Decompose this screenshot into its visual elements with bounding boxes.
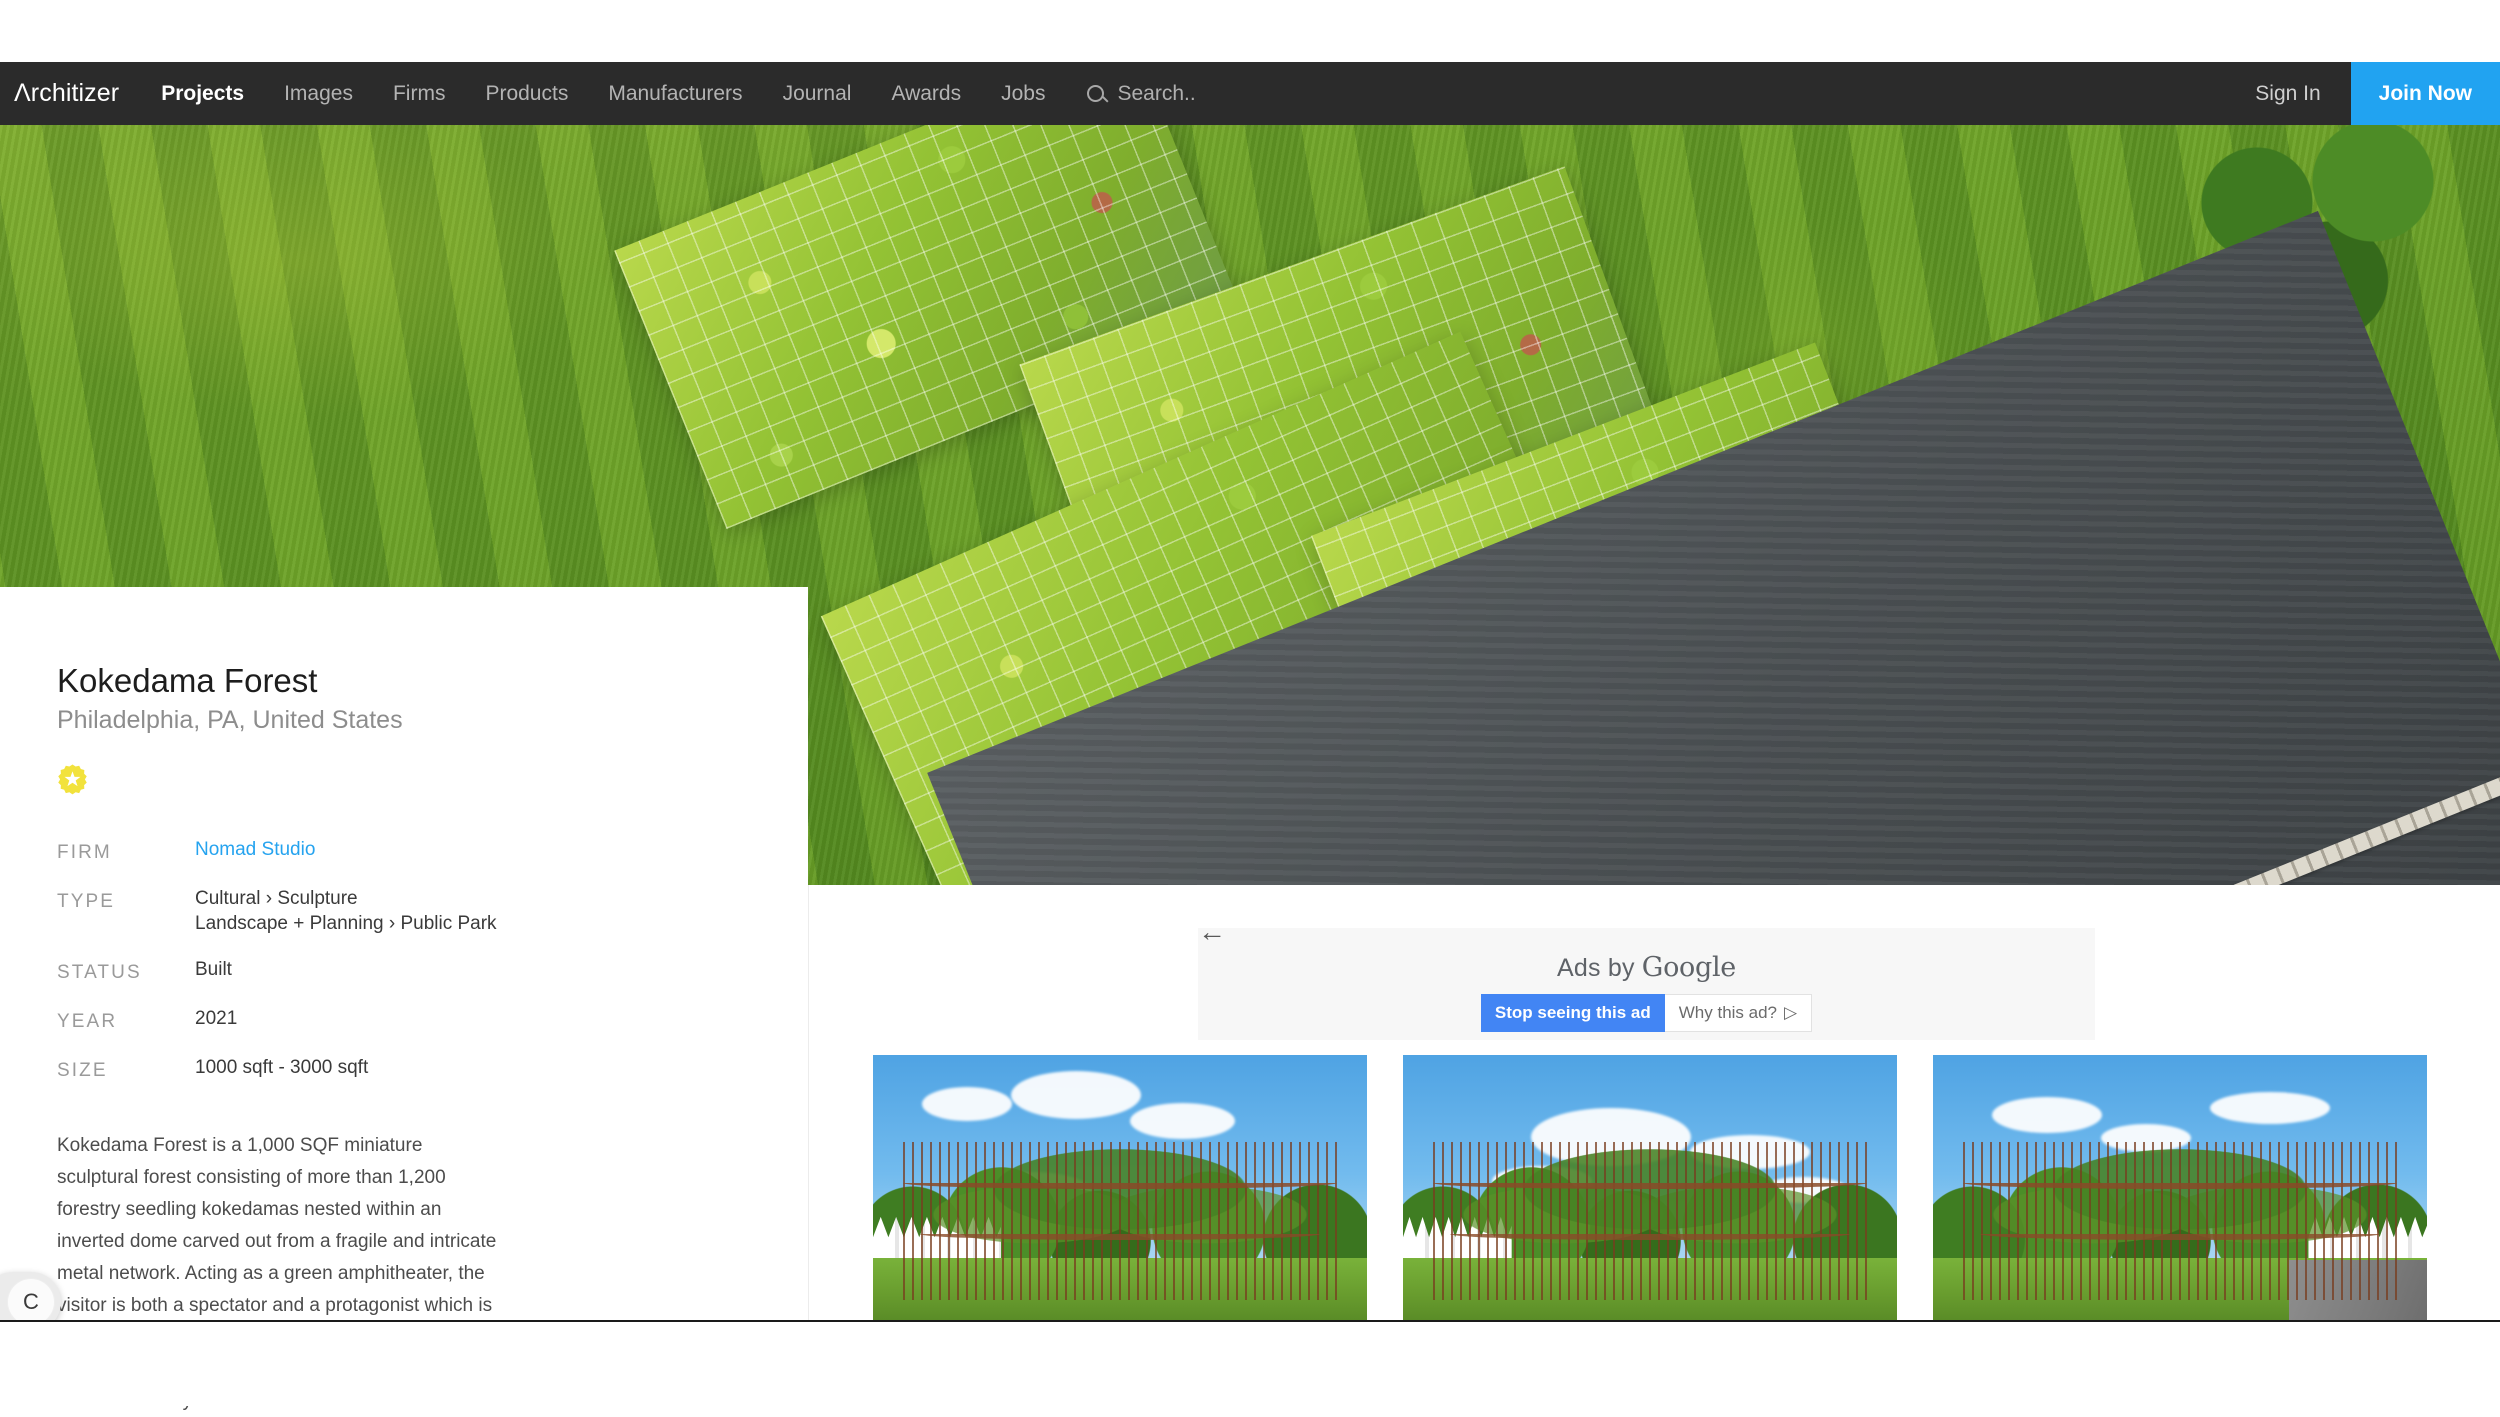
gallery-thumbnail-1[interactable] bbox=[873, 1055, 1367, 1320]
nav-right-actions: Sign In Join Now bbox=[2225, 62, 2500, 125]
meta-value-status: Built bbox=[195, 958, 232, 980]
nav-link-images[interactable]: Images bbox=[264, 82, 373, 106]
ad-back-arrow-icon[interactable]: ← bbox=[1198, 918, 1226, 946]
cloud-shape bbox=[1129, 1102, 1235, 1139]
why-this-ad-icon: ▷ bbox=[1784, 1003, 1798, 1022]
meta-label-status: STATUS bbox=[57, 961, 142, 983]
gallery-thumbnail-2[interactable] bbox=[1403, 1055, 1897, 1320]
thumb-kokedama-structure bbox=[1962, 1142, 2398, 1300]
why-this-ad-button[interactable]: Why this ad? ▷ bbox=[1664, 994, 1813, 1033]
project-meta-table: FIRM Nomad Studio TYPE Cultural › Sculpt… bbox=[57, 837, 751, 1104]
meta-value-type: Cultural › Sculpture Landscape + Plannin… bbox=[195, 886, 751, 957]
sign-in-link[interactable]: Sign In bbox=[2225, 62, 2350, 125]
stop-seeing-this-ad-button[interactable]: Stop seeing this ad bbox=[1480, 994, 1665, 1033]
page-bottom-whitespace bbox=[0, 1320, 2500, 1406]
meta-value-type-line1: Cultural › Sculpture bbox=[195, 887, 358, 909]
meta-label-size: SIZE bbox=[57, 1059, 108, 1081]
nav-link-products[interactable]: Products bbox=[465, 82, 588, 106]
panel-divider bbox=[808, 885, 809, 1320]
why-this-ad-label: Why this ad? bbox=[1678, 1003, 1778, 1022]
meta-value-type-line2: Landscape + Planning › Public Park bbox=[195, 912, 497, 934]
table-row: TYPE Cultural › Sculpture Landscape + Pl… bbox=[57, 886, 751, 957]
cloud-shape bbox=[1011, 1070, 1142, 1119]
google-wordmark: Google bbox=[1641, 952, 1736, 983]
browser-top-strip bbox=[0, 0, 2500, 62]
project-location: Philadelphia, PA, United States bbox=[57, 706, 403, 735]
nav-link-projects[interactable]: Projects bbox=[141, 82, 264, 106]
architizer-logo[interactable]: Λrchitizer bbox=[0, 79, 119, 108]
nav-link-awards[interactable]: Awards bbox=[871, 82, 981, 106]
meta-label-type: TYPE bbox=[57, 890, 116, 912]
table-row: YEAR 2021 bbox=[57, 1006, 751, 1055]
cloud-shape bbox=[922, 1086, 1013, 1121]
project-info-panel: Kokedama Forest Philadelphia, PA, United… bbox=[0, 587, 808, 1411]
search-input[interactable]: Search.. bbox=[1087, 81, 1196, 106]
nav-links: Projects Images Firms Products Manufactu… bbox=[141, 82, 1065, 106]
top-navigation-bar: Λrchitizer Projects Images Firms Product… bbox=[0, 62, 2500, 125]
table-row: SIZE 1000 sqft - 3000 sqft bbox=[57, 1055, 751, 1104]
meta-value-year: 2021 bbox=[195, 1007, 238, 1029]
join-now-button[interactable]: Join Now bbox=[2350, 62, 2500, 125]
nav-link-manufacturers[interactable]: Manufacturers bbox=[588, 82, 762, 106]
thumb-kokedama-structure bbox=[1432, 1142, 1868, 1300]
table-row: FIRM Nomad Studio bbox=[57, 837, 751, 886]
table-row: STATUS Built bbox=[57, 957, 751, 1006]
meta-value-firm: Nomad Studio bbox=[195, 837, 751, 886]
page-title: Kokedama Forest bbox=[57, 662, 318, 699]
firm-link[interactable]: Nomad Studio bbox=[195, 839, 315, 860]
nav-link-firms[interactable]: Firms bbox=[373, 82, 465, 106]
ads-by-google-label: Ads by Google bbox=[1198, 928, 2095, 983]
nav-link-journal[interactable]: Journal bbox=[763, 82, 872, 106]
ads-by-prefix: Ads by bbox=[1557, 954, 1642, 982]
search-placeholder-text: Search.. bbox=[1117, 81, 1196, 105]
meta-value-size: 1000 sqft - 3000 sqft bbox=[195, 1056, 369, 1078]
gallery-thumbnail-3[interactable] bbox=[1933, 1055, 2427, 1320]
search-icon bbox=[1087, 85, 1105, 102]
cookie-consent-label: C bbox=[7, 1278, 55, 1326]
google-ad-container: Ads by Google Stop seeing this ad Why th… bbox=[1198, 928, 2095, 1040]
nav-link-jobs[interactable]: Jobs bbox=[981, 82, 1065, 106]
meta-label-year: YEAR bbox=[57, 1010, 118, 1032]
thumb-kokedama-structure bbox=[902, 1142, 1338, 1300]
ad-action-buttons: Stop seeing this ad Why this ad? ▷ bbox=[1198, 994, 2095, 1033]
cloud-shape bbox=[2209, 1092, 2330, 1125]
project-gallery-thumbnails bbox=[873, 1055, 2427, 1320]
award-badge-icon bbox=[58, 763, 87, 794]
meta-label-firm: FIRM bbox=[57, 841, 112, 863]
